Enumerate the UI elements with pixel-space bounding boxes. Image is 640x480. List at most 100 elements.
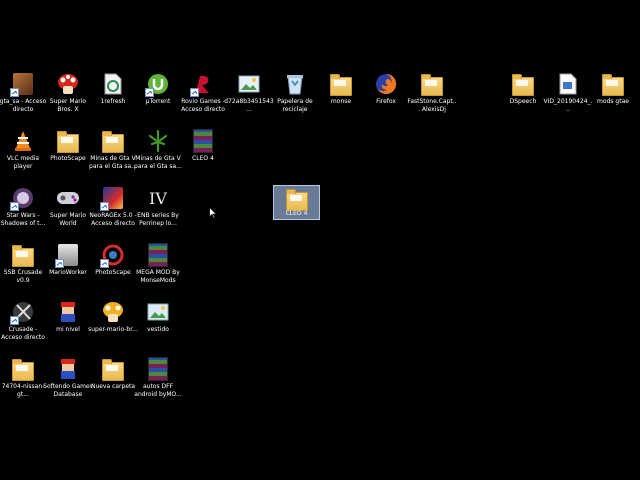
- image-file-icon: [237, 72, 261, 96]
- desktop-icon-minas-folder[interactable]: Minas de Gta V para el Gta sa...: [89, 129, 137, 186]
- icon-label: vestido: [147, 326, 169, 333]
- desktop-icon-rovio-games[interactable]: Rovio Games - Acceso directo: [180, 72, 226, 129]
- desktop-icon-neoragex[interactable]: NeoRAGEx 5.0 - Acceso directo: [89, 186, 137, 243]
- desktop-icon-utorrent[interactable]: µTorrent: [135, 72, 181, 129]
- desktop-icon-autos-dff[interactable]: autos DFF android byMO...: [134, 357, 182, 414]
- firefox-icon: [374, 72, 398, 96]
- desktop[interactable]: gta_sa - Acceso directo Super Mario Bros…: [0, 0, 640, 480]
- icon-label: Minas de Gta V para el Gta sa...: [89, 155, 137, 170]
- folder-icon: [329, 72, 353, 96]
- icon-label: PhotoScape: [95, 269, 131, 276]
- folder-icon: [420, 72, 444, 96]
- icon-label: MEGA MOD By MonseMods: [136, 269, 180, 284]
- utorrent-icon: [145, 72, 170, 97]
- photoscape-icon: [100, 243, 125, 268]
- rovio-icon: [190, 72, 215, 97]
- desktop-icon-photoscape-folder[interactable]: PhotoScape: [45, 129, 91, 186]
- icon-label: mi nivel: [56, 326, 80, 333]
- desktop-icon-photoscape-app[interactable]: PhotoScape: [90, 243, 136, 300]
- icon-label: Star Wars - Shadows of t...: [0, 212, 46, 227]
- desktop-icon-vlc[interactable]: VLC media player: [0, 129, 46, 186]
- folder-icon: [101, 357, 125, 381]
- desktop-icon-firefox[interactable]: Firefox: [363, 72, 409, 129]
- desktop-icon-gta-sa[interactable]: gta_sa - Acceso directo: [0, 72, 46, 129]
- neoragex-icon: [100, 186, 125, 211]
- icon-label: NeoRAGEx 5.0 - Acceso directo: [89, 212, 137, 227]
- desktop-icon-crusade[interactable]: Crusade - Acceso directo: [0, 300, 46, 357]
- recycle-bin-icon: [283, 72, 307, 96]
- mushroom-gold-icon: [101, 300, 125, 324]
- winrar-icon: [146, 357, 170, 381]
- icon-label: 1refresh: [100, 98, 126, 105]
- folder-icon: [11, 357, 35, 381]
- desktop-icon-monse[interactable]: monse: [318, 72, 364, 129]
- desktop-icon-enb[interactable]: IV ENB series By Perrinep lo...: [135, 186, 181, 243]
- mario-icon: [56, 300, 80, 324]
- desktop-icon-faststone[interactable]: FastStone.Capt... AlexisDj: [407, 72, 457, 129]
- icon-label: CLEO 4: [192, 155, 214, 162]
- desktop-icon-marioworker[interactable]: MarioWorker: [45, 243, 91, 300]
- desktop-icon-vid[interactable]: VID_20190424_...: [543, 72, 593, 129]
- enb-icon: IV: [146, 186, 170, 210]
- desktop-icon-vestido[interactable]: vestido: [135, 300, 181, 357]
- folder-icon: [601, 72, 625, 96]
- desktop-icon-star-wars[interactable]: Star Wars - Shadows of t...: [0, 186, 46, 243]
- desktop-icon-super-mario-br[interactable]: super-mario-br...: [88, 300, 138, 357]
- gta-sa-icon: [10, 72, 35, 97]
- vlc-icon: [11, 129, 35, 153]
- desktop-icon-super-mario-bros-x[interactable]: Super Mario Bros. X: [45, 72, 91, 129]
- desktop-icon-minas-leaf[interactable]: Minas de Gta V para el Gta sa...: [134, 129, 182, 186]
- marioworker-icon: [55, 243, 80, 268]
- mario-icon: [56, 357, 80, 381]
- video-file-icon: [556, 72, 580, 96]
- desktop-icon-super-mario-world[interactable]: Super Mario World: [45, 186, 91, 243]
- icon-label: mods gtae: [597, 98, 629, 105]
- icon-label: µTorrent: [145, 98, 171, 105]
- desktop-icon-mods-gtae[interactable]: mods gtae: [590, 72, 636, 129]
- icon-label: FastStone.Capt... AlexisDj: [407, 98, 457, 113]
- folder-icon: [11, 243, 35, 267]
- desktop-icon-d72a8b[interactable]: d72a8b3451543...: [224, 72, 274, 129]
- icon-label: Rovio Games - Acceso directo: [181, 98, 225, 113]
- selected-desktop-icon-cleo4[interactable]: CLEO 4: [273, 185, 320, 220]
- selected-icon-label: CLEO 4: [285, 210, 308, 217]
- desktop-icon-nueva-carpeta[interactable]: Nueva carpeta: [90, 357, 136, 414]
- icon-label: d72a8b3451543...: [224, 98, 274, 113]
- icon-label: PhotoScape: [50, 155, 86, 162]
- icon-label: Firefox: [376, 98, 396, 105]
- mouse-cursor-icon: [209, 207, 217, 219]
- star-wars-icon: [10, 186, 35, 211]
- folder-icon: [56, 129, 80, 153]
- icon-label: Super Mario World: [49, 212, 87, 227]
- refresh-file-icon: [101, 72, 125, 96]
- leaf-icon: [146, 129, 170, 153]
- icon-label: Crusade - Acceso directo: [1, 326, 45, 341]
- icon-label: VID_20190424_...: [543, 98, 593, 113]
- desktop-icon-mega-mod[interactable]: MEGA MOD By MonseMods: [135, 243, 181, 300]
- folder-icon: [286, 187, 308, 211]
- icon-label: Papelera de reciclaje: [277, 98, 313, 113]
- icon-label: monse: [330, 98, 352, 105]
- desktop-icon-softendo[interactable]: Softendo Games Database: [43, 357, 93, 414]
- desktop-icon-1refresh[interactable]: 1refresh: [90, 72, 136, 129]
- desktop-icon-74704-nissan[interactable]: 74704-nissan-gt...: [0, 357, 46, 414]
- desktop-icon-cleo4-rar[interactable]: CLEO 4: [180, 129, 226, 186]
- icon-label: gta_sa - Acceso directo: [0, 98, 47, 113]
- desktop-icon-dspeech[interactable]: DSpeech: [500, 72, 546, 129]
- icon-label: Minas de Gta V para el Gta sa...: [134, 155, 182, 170]
- icon-label: ENB series By Perrinep lo...: [137, 212, 179, 227]
- icon-label: MarioWorker: [49, 269, 87, 276]
- icon-label: autos DFF android byMO...: [134, 383, 182, 398]
- desktop-icon-ssb-crusade[interactable]: SSB Crusade v0.9: [0, 243, 46, 300]
- icon-label: SSB Crusade v0.9: [3, 269, 43, 284]
- icon-label: Super Mario Bros. X: [49, 98, 87, 113]
- desktop-icon-mi-nivel[interactable]: mi nivel: [45, 300, 91, 357]
- winrar-icon: [146, 243, 170, 267]
- winrar-icon: [191, 129, 215, 153]
- desktop-icon-recycle-bin[interactable]: Papelera de reciclaje: [272, 72, 318, 129]
- folder-icon: [511, 72, 535, 96]
- gamepad-icon: [56, 186, 80, 210]
- image-file-icon: [146, 300, 170, 324]
- icon-label: super-mario-br...: [88, 326, 138, 333]
- crusade-icon: [10, 300, 35, 325]
